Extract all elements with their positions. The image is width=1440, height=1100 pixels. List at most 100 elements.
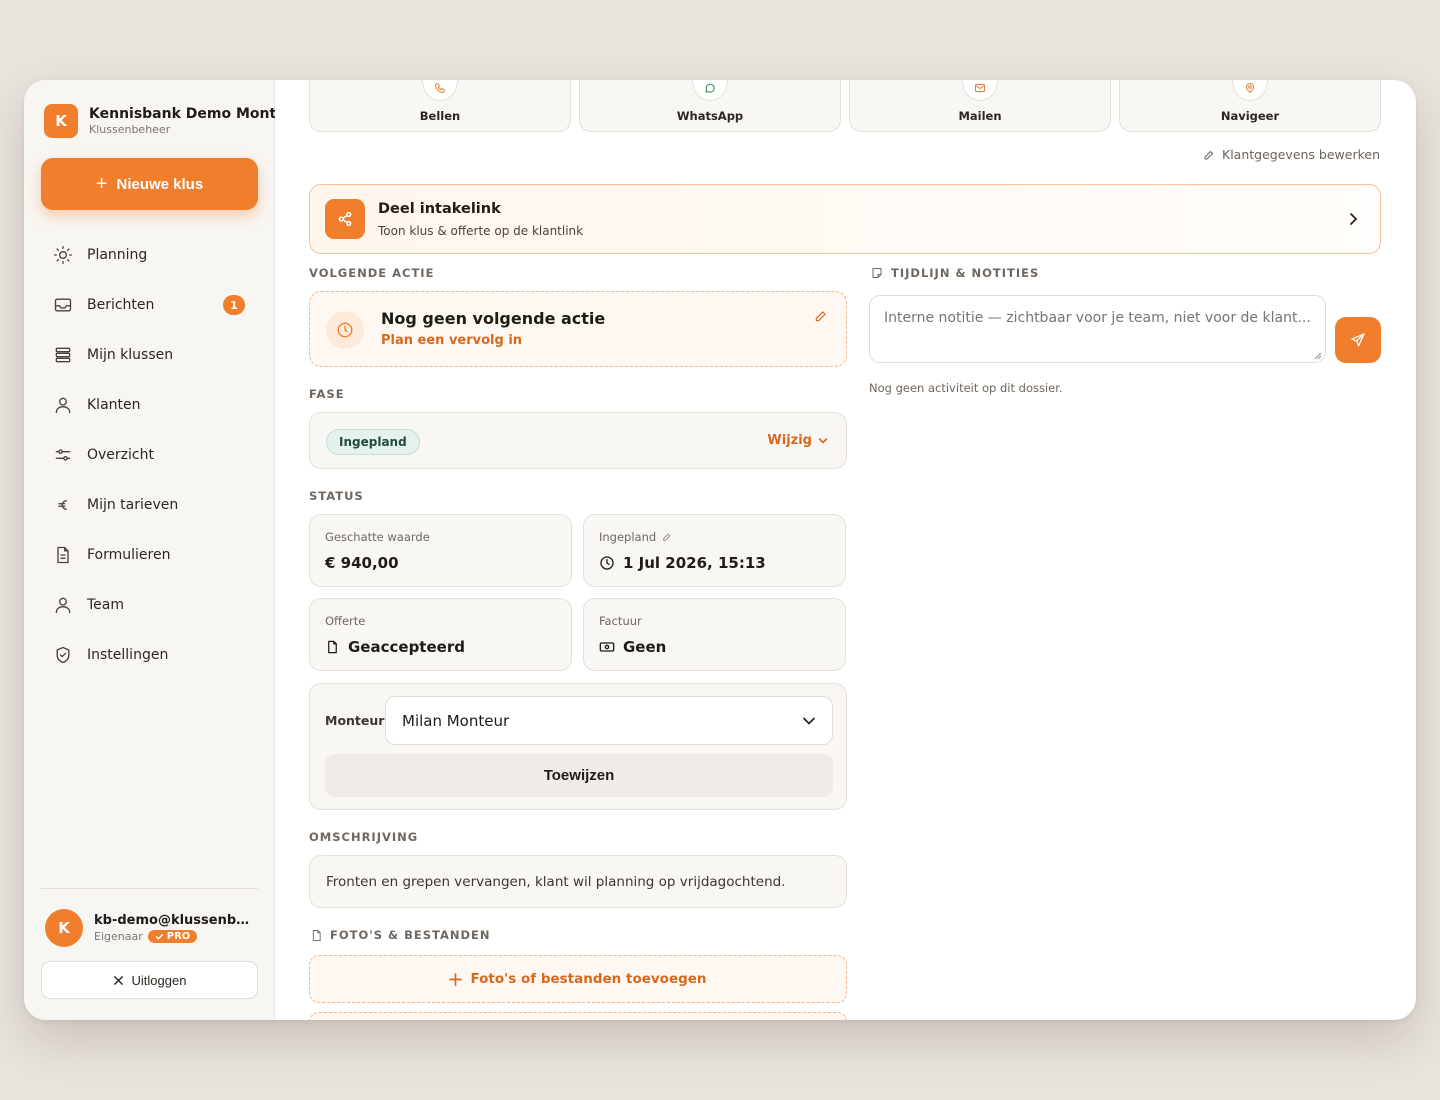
euro-icon [58, 500, 67, 510]
sidebar-item-mijn-tarieven[interactable]: Mijn tarieven [41, 480, 258, 530]
description-text[interactable]: Fronten en grepen vervangen, klant wil p… [309, 855, 847, 908]
sidebar-item-label: Klanten [87, 397, 141, 413]
banknote-icon [599, 642, 615, 652]
sidebar-item-mijn-klussen[interactable]: Mijn klussen [41, 330, 258, 380]
share-intake-link[interactable]: Deel intakelink Toon klus & offerte op d… [309, 184, 1381, 254]
quote-value-text: Geaccepteerd [348, 638, 465, 656]
sidebar-item-label: Mijn klussen [87, 347, 174, 363]
estimated-value: € 940,00 [325, 554, 399, 572]
sidebar-item-klanten[interactable]: Klanten [41, 380, 258, 430]
new-job-button[interactable]: + Nieuwe klus [41, 158, 258, 210]
sun-icon [54, 246, 73, 264]
unread-badge: 1 [223, 295, 245, 315]
close-icon [113, 975, 123, 985]
sidebar-item-instellingen[interactable]: Instellingen [41, 630, 258, 680]
phone-icon [434, 83, 445, 94]
user-role: Eigenaar [94, 930, 143, 943]
change-phase-button[interactable]: Wijzig [767, 433, 828, 448]
app-window: K Kennisbank Demo Montage Klussenbeheer … [24, 80, 1416, 1020]
technician-card: Monteur Milan Monteur Toewijzen [309, 683, 847, 810]
user-icon [55, 397, 71, 414]
chevron-down-icon [803, 717, 815, 725]
brand-name: Kennisbank Demo Montage [89, 106, 275, 122]
mail-action[interactable]: Mailen [849, 80, 1111, 132]
file-dropzone[interactable] [309, 1012, 847, 1020]
phase-card: Ingepland Wijzig [309, 412, 847, 469]
quote-card[interactable]: Offerte Geaccepteerd [309, 598, 572, 671]
sidebar-item-team[interactable]: Team [41, 580, 258, 630]
chevron-right-icon [1350, 213, 1358, 225]
invoice-label: Factuur [599, 614, 642, 628]
sidebar-item-berichten[interactable]: Berichten 1 [41, 280, 258, 330]
sidebar-item-label: Team [87, 597, 125, 613]
add-files-button[interactable]: Foto's of bestanden toevoegen [309, 955, 847, 1003]
scheduled-value: 1 Jul 2026, 15:13 [599, 554, 766, 572]
change-phase-label: Wijzig [767, 433, 812, 448]
timeline-heading-text: TIJDLIJN & NOTITIES [891, 266, 1040, 280]
pro-badge-label: PRO [166, 931, 191, 942]
files-heading-text: FOTO'S & BESTANDEN [330, 928, 491, 942]
user-email: kb-demo@klussenbeheer.nl [94, 913, 252, 928]
estimated-value-text: € 940,00 [325, 554, 399, 572]
navigate-action[interactable]: Navigeer [1119, 80, 1381, 132]
sidebar-item-label: Overzicht [87, 447, 154, 463]
description-heading: OMSCHRIJVING [309, 830, 419, 844]
sidebar: K Kennisbank Demo Montage Klussenbeheer … [24, 80, 275, 1020]
technician-select[interactable]: Milan Monteur [385, 696, 833, 745]
map-pin-icon [1245, 83, 1255, 94]
assign-button[interactable]: Toewijzen [325, 754, 833, 797]
sidebar-item-formulieren[interactable]: Formulieren [41, 530, 258, 580]
phase-badge: Ingepland [326, 429, 420, 455]
sidebar-item-label: Formulieren [87, 547, 171, 563]
user-icon [55, 597, 71, 614]
inbox-icon [54, 298, 72, 312]
check-icon [155, 933, 163, 940]
avatar: K [45, 909, 83, 947]
internal-note-input[interactable] [869, 295, 1326, 363]
edit-client-link[interactable]: Klantgegevens bewerken [1203, 147, 1380, 162]
next-action-card[interactable]: Nog geen volgende actie Plan een vervolg… [309, 291, 847, 367]
call-action[interactable]: Bellen [309, 80, 571, 132]
document-icon [57, 546, 69, 564]
next-action-heading: VOLGENDE ACTIE [309, 266, 435, 280]
scheduled-value-text: 1 Jul 2026, 15:13 [623, 554, 766, 572]
invoice-card[interactable]: Factuur Geen [583, 598, 846, 671]
user-profile[interactable]: K kb-demo@klussenbeheer.nl Eigenaar PRO [45, 909, 255, 947]
pencil-icon [1204, 150, 1214, 159]
whatsapp-icon [705, 83, 715, 93]
logout-button[interactable]: Uitloggen [41, 961, 258, 999]
brand-logo: K [44, 104, 78, 138]
empty-activity-text: Nog geen activiteit op dit dossier. [869, 381, 1063, 395]
brand-subtitle: Klussenbeheer [89, 123, 171, 136]
sidebar-item-planning[interactable]: Planning [41, 230, 258, 280]
chevron-down-icon [818, 437, 828, 444]
whatsapp-action[interactable]: WhatsApp [579, 80, 841, 132]
scheduled-label-text: Ingepland [599, 530, 657, 544]
main-content: Bellen WhatsApp Mailen Navigeer Klantgeg… [275, 80, 1416, 1020]
scheduled-card[interactable]: Ingepland 1 Jul 2026, 15:13 [583, 514, 846, 587]
navigate-label: Navigeer [1220, 109, 1280, 123]
status-heading: STATUS [309, 489, 364, 503]
estimated-value-label: Geschatte waarde [325, 530, 430, 544]
clock-icon [326, 311, 364, 349]
brand[interactable]: K Kennisbank Demo Montage Klussenbeheer [44, 104, 275, 138]
sidebar-item-label: Mijn tarieven [87, 497, 179, 513]
resize-handle-icon[interactable] [1314, 352, 1322, 360]
plan-follow-up-link[interactable]: Plan een vervolg in [381, 333, 522, 348]
technician-selected-value: Milan Monteur [402, 711, 510, 730]
new-job-label: Nieuwe klus [116, 175, 204, 193]
pencil-icon[interactable] [814, 309, 828, 323]
sidebar-item-overzicht[interactable]: Overzicht [41, 430, 258, 480]
sidebar-divider [41, 888, 258, 889]
intake-subtitle: Toon klus & offerte op de klantlink [378, 224, 584, 238]
whatsapp-label: WhatsApp [676, 109, 744, 123]
invoice-value-text: Geen [623, 638, 667, 656]
quote-value: Geaccepteerd [325, 638, 465, 656]
stack-icon [55, 347, 71, 363]
sliders-icon [55, 449, 71, 461]
mail-label: Mailen [958, 109, 1002, 123]
sidebar-item-label: Berichten [87, 297, 155, 313]
clock-icon [600, 556, 614, 570]
send-note-button[interactable] [1335, 317, 1381, 363]
pencil-icon[interactable] [662, 532, 672, 542]
